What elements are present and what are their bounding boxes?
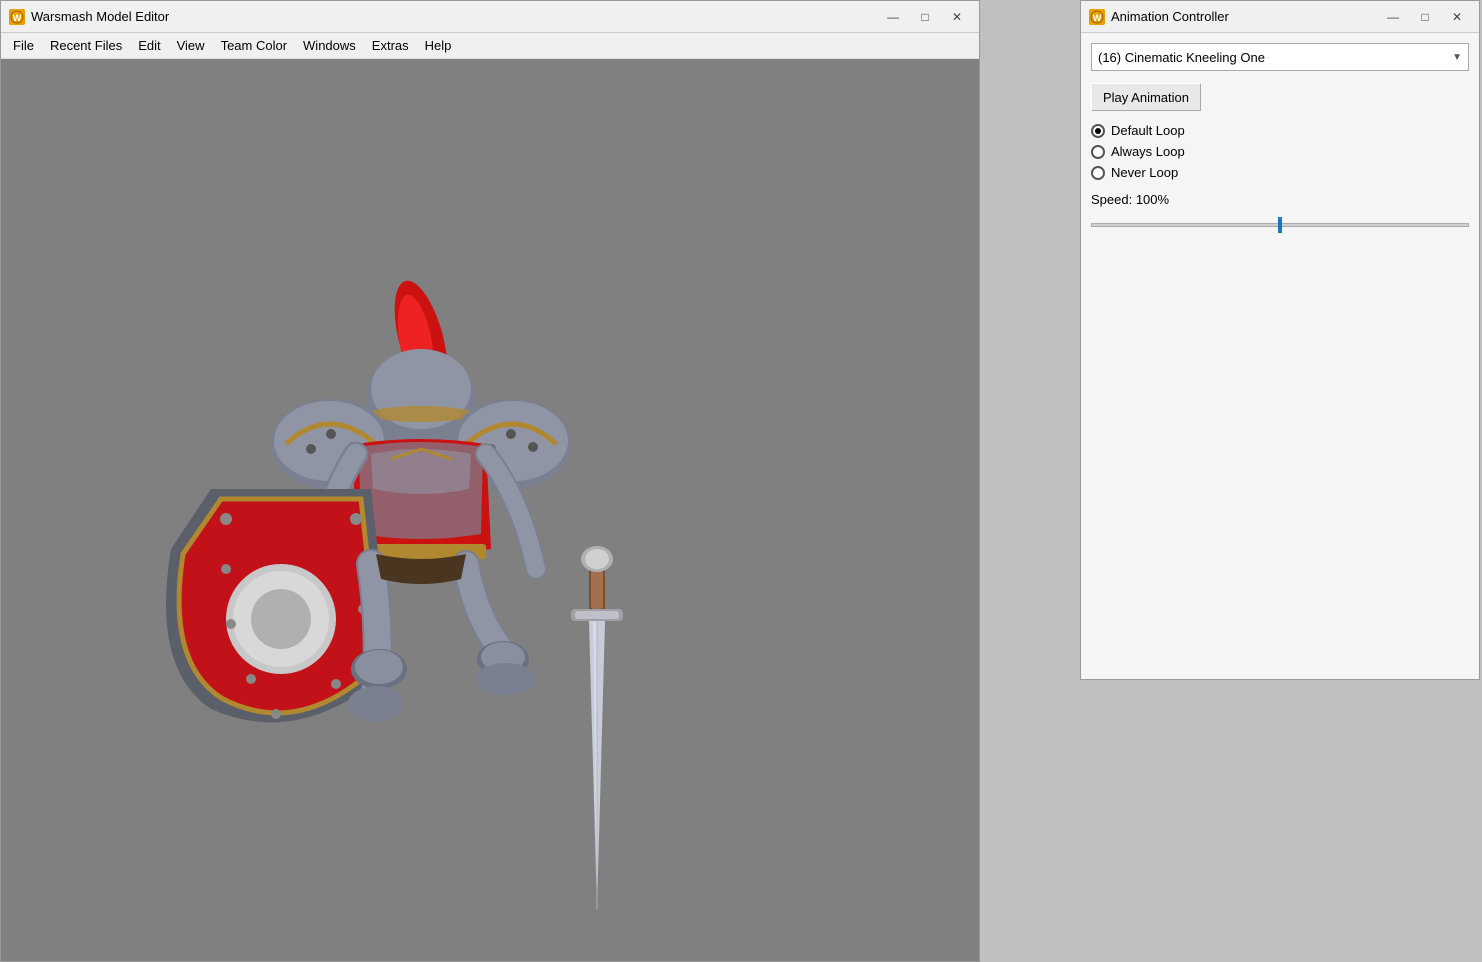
loop-options-group: Default Loop Always Loop Never Loop (1091, 123, 1469, 180)
anim-content: (16) Cinematic Kneeling One ▼ Play Anima… (1081, 33, 1479, 245)
menu-recent-files[interactable]: Recent Files (42, 35, 130, 56)
radio-always-loop-circle (1091, 145, 1105, 159)
speed-slider-container (1091, 215, 1469, 235)
svg-text:W: W (13, 13, 22, 23)
anim-app-icon: W (1089, 9, 1105, 25)
play-animation-button[interactable]: Play Animation (1091, 83, 1201, 111)
radio-never-loop-label: Never Loop (1111, 165, 1178, 180)
anim-title-bar: W Animation Controller — □ ✕ (1081, 1, 1479, 33)
app-icon: W (9, 9, 25, 25)
anim-controller-window: W Animation Controller — □ ✕ (16) Cinema… (1080, 0, 1480, 680)
editor-minimize-btn[interactable]: — (879, 6, 907, 28)
editor-close-btn[interactable]: ✕ (943, 6, 971, 28)
editor-maximize-btn[interactable]: □ (911, 6, 939, 28)
menu-windows[interactable]: Windows (295, 35, 364, 56)
menu-file[interactable]: File (5, 35, 42, 56)
chevron-down-icon: ▼ (1452, 52, 1462, 63)
radio-always-loop-label: Always Loop (1111, 144, 1185, 159)
anim-maximize-btn[interactable]: □ (1411, 6, 1439, 28)
viewport[interactable] (1, 59, 979, 961)
radio-always-loop[interactable]: Always Loop (1091, 144, 1469, 159)
radio-default-loop-circle (1091, 124, 1105, 138)
radio-default-loop[interactable]: Default Loop (1091, 123, 1469, 138)
speed-label: Speed: 100% (1091, 192, 1469, 207)
svg-text:W: W (1093, 13, 1102, 23)
anim-close-btn[interactable]: ✕ (1443, 6, 1471, 28)
editor-window-controls: — □ ✕ (879, 6, 971, 28)
knight-model (151, 209, 751, 909)
menu-bar: File Recent Files Edit View Team Color W… (1, 33, 979, 59)
menu-team-color[interactable]: Team Color (213, 35, 295, 56)
anim-title-text: Animation Controller (1111, 9, 1379, 24)
speed-section: Speed: 100% (1091, 192, 1469, 235)
speed-slider-thumb[interactable] (1278, 217, 1282, 233)
anim-minimize-btn[interactable]: — (1379, 6, 1407, 28)
anim-window-controls: — □ ✕ (1379, 6, 1471, 28)
speed-slider-track[interactable] (1091, 223, 1469, 227)
radio-never-loop[interactable]: Never Loop (1091, 165, 1469, 180)
editor-window: W Warsmash Model Editor — □ ✕ File Recen… (0, 0, 980, 962)
radio-default-loop-label: Default Loop (1111, 123, 1185, 138)
dropdown-value: (16) Cinematic Kneeling One (1098, 50, 1265, 65)
menu-edit[interactable]: Edit (130, 35, 168, 56)
menu-view[interactable]: View (169, 35, 213, 56)
menu-extras[interactable]: Extras (364, 35, 417, 56)
animation-dropdown[interactable]: (16) Cinematic Kneeling One ▼ (1091, 43, 1469, 71)
editor-title-bar: W Warsmash Model Editor — □ ✕ (1, 1, 979, 33)
radio-never-loop-circle (1091, 166, 1105, 180)
menu-help[interactable]: Help (417, 35, 460, 56)
editor-title-text: Warsmash Model Editor (31, 9, 879, 24)
